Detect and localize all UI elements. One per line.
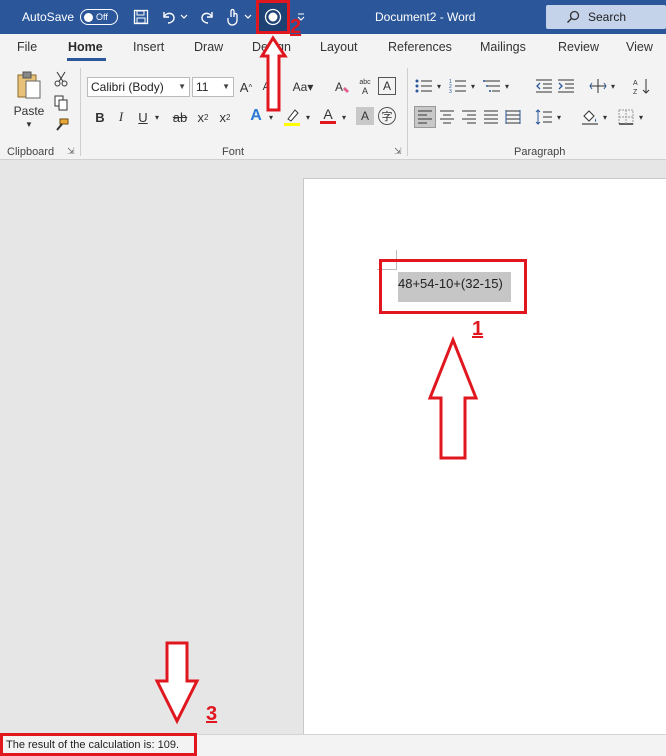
annotation-arrows bbox=[154, 35, 479, 725]
annotation-arrow-up-record bbox=[259, 35, 288, 112]
annotation-arrow-down-status bbox=[154, 641, 200, 725]
annotation-arrow-up-expression bbox=[427, 335, 479, 460]
